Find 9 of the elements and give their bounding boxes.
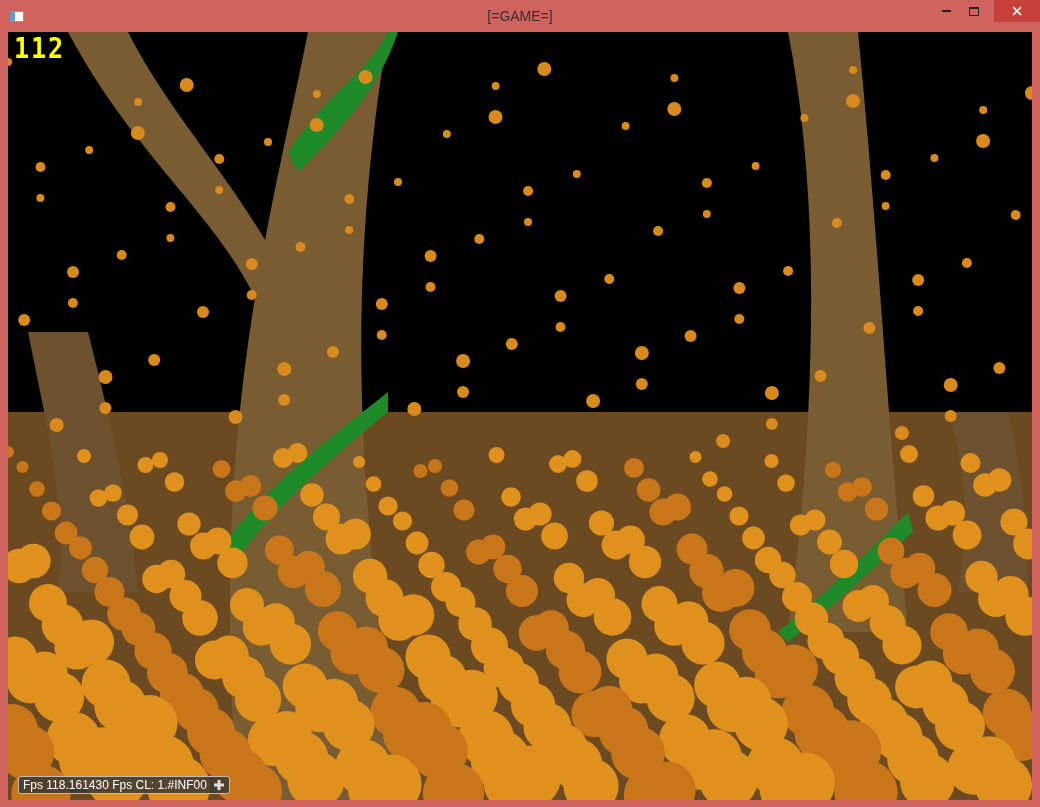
fps-text: Fps 118.161430 Fps CL: 1.#INF00 <box>23 778 207 792</box>
close-button[interactable] <box>994 0 1040 22</box>
maximize-icon <box>969 6 979 16</box>
minimize-icon <box>941 10 951 12</box>
hud-counter: 112 <box>14 32 65 65</box>
plus-icon[interactable] <box>212 779 225 791</box>
window-title: [=GAME=] <box>487 8 553 24</box>
close-icon <box>1012 6 1022 16</box>
app-icon <box>10 10 24 22</box>
